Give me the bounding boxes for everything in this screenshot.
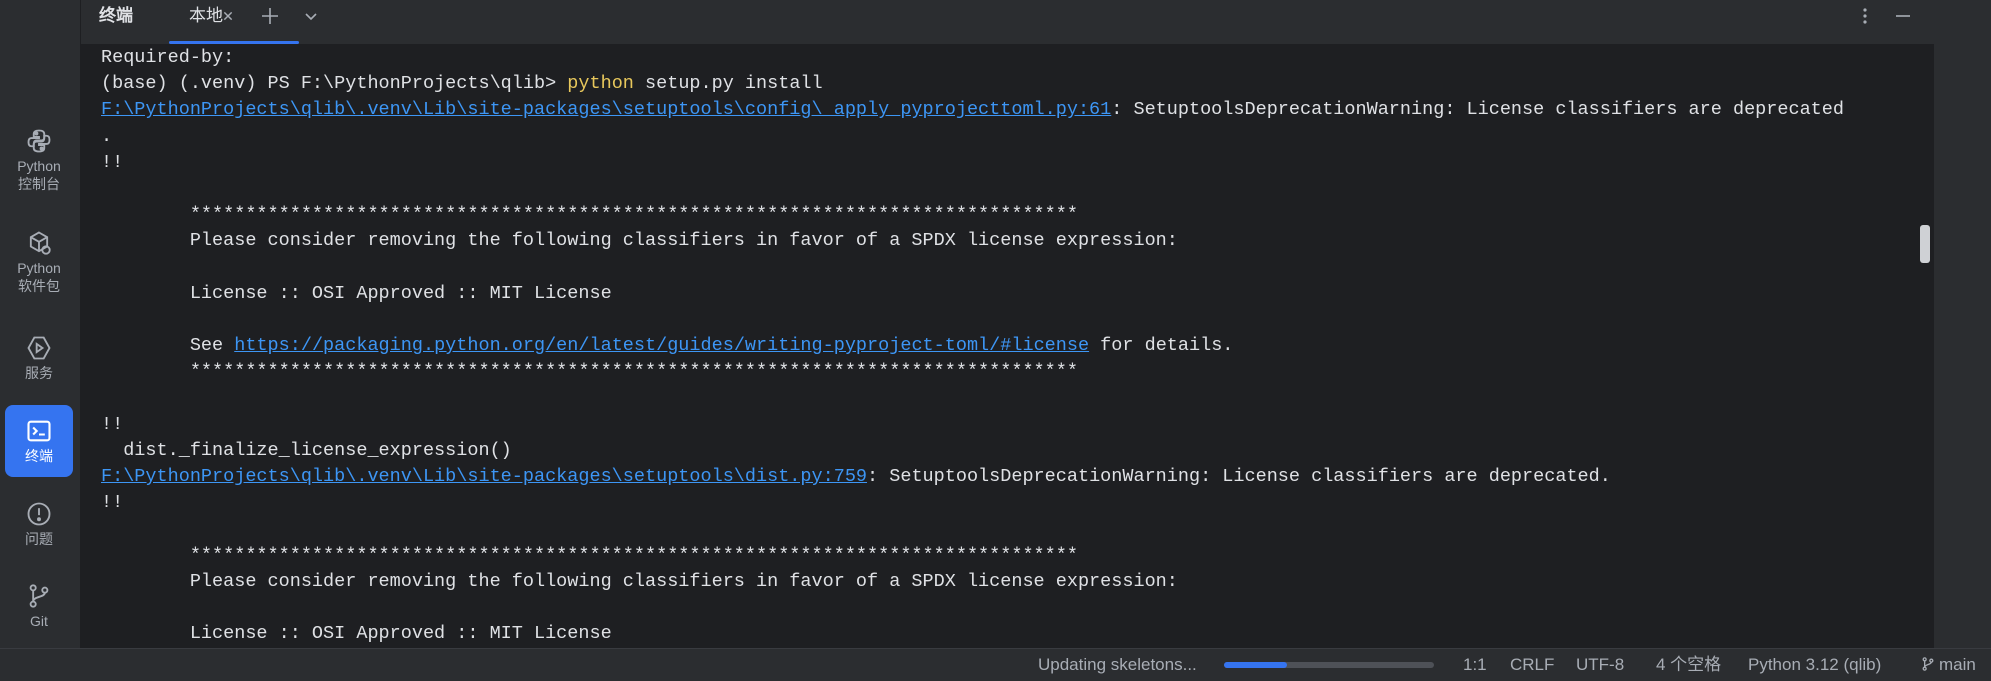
terminal-text: for details. — [1089, 335, 1234, 357]
file-link[interactable]: https://packaging.python.org/en/latest/g… — [234, 335, 1089, 356]
indent-setting[interactable]: 4 个空格 — [1656, 649, 1721, 681]
packages-icon — [29, 231, 51, 255]
terminal-text: ****************************************… — [101, 361, 1078, 383]
line-ending[interactable]: CRLF — [1510, 649, 1554, 681]
terminal-text: !! — [101, 413, 124, 435]
terminal-line: . — [101, 124, 1844, 150]
more-vertical-icon[interactable] — [1853, 4, 1877, 28]
terminal-line: F:\PythonProjects\qlib\.venv\Lib\site-pa… — [101, 464, 1844, 490]
right-gutter — [1934, 0, 1991, 648]
terminal-line: Required-by: — [101, 45, 1844, 71]
terminal-text: See — [101, 335, 235, 357]
branch-icon — [1922, 657, 1934, 671]
terminal-line: dist._finalize_license_expression() — [101, 438, 1844, 464]
command-keyword: python — [567, 73, 634, 95]
terminal-text: Please consider removing the following c… — [101, 570, 1178, 592]
progress-fill — [1224, 662, 1287, 668]
sidebar-item-label: Python 控制台 — [17, 158, 61, 192]
sidebar-item-python-console[interactable]: Python 控制台 — [5, 124, 73, 196]
sidebar-item-git[interactable]: Git — [5, 570, 73, 642]
plus-icon[interactable] — [258, 4, 282, 28]
terminal-line: !! — [101, 412, 1844, 438]
python-icon — [27, 129, 51, 153]
caret-position[interactable]: 1:1 — [1463, 649, 1487, 681]
file-link[interactable]: F:\PythonProjects\qlib\.venv\Lib\site-pa… — [101, 99, 1111, 120]
terminal-text: ****************************************… — [101, 544, 1078, 566]
git-branch-widget[interactable]: main — [1920, 649, 1976, 681]
progress-bar — [1224, 662, 1434, 668]
sidebar-item-label: 服务 — [25, 365, 53, 381]
terminal-line: Please consider removing the following c… — [101, 569, 1844, 595]
terminal-text: !! — [101, 151, 124, 173]
terminal-text: (base) (.venv) PS F:\PythonProjects\qlib… — [101, 73, 568, 95]
sidebar-item-python-packages[interactable]: Python 软件包 — [5, 226, 73, 298]
terminal-header: 终端 本地 — [81, 0, 1934, 45]
git-branch-name: main — [1939, 655, 1976, 674]
terminal-line: ****************************************… — [101, 543, 1844, 569]
terminal-line: ****************************************… — [101, 202, 1844, 228]
tool-window-title: 终端 — [99, 6, 133, 25]
terminal-lines: Required-by: (base) (.venv) PS F:\PythonP… — [101, 45, 1844, 647]
terminal-text: !! — [101, 492, 124, 514]
background-task-label[interactable]: Updating skeletons... — [1038, 649, 1197, 681]
sidebar-item-label: 终端 — [25, 448, 53, 464]
terminal-text: : SetuptoolsDeprecationWarning: License … — [1111, 99, 1844, 121]
terminal-icon — [27, 420, 51, 442]
sidebar-item-problems[interactable]: 问题 — [5, 488, 73, 560]
tool-window-sidebar: Python 控制台 Python 软件包 服务 终端 问题 Git — [0, 0, 81, 648]
vertical-scrollbar-thumb[interactable] — [1920, 225, 1930, 263]
python-interpreter[interactable]: Python 3.12 (qlib) — [1748, 649, 1881, 681]
terminal-text: : SetuptoolsDeprecationWarning: License … — [867, 466, 1611, 487]
file-link[interactable]: F:\PythonProjects\qlib\.venv\Lib\site-pa… — [101, 466, 867, 487]
terminal-line: (base) (.venv) PS F:\PythonProjects\qlib… — [101, 71, 1844, 97]
chevron-down-icon[interactable] — [299, 4, 323, 28]
sidebar-item-label: Git — [30, 613, 48, 629]
problems-icon — [27, 502, 51, 526]
active-tab-indicator — [169, 41, 299, 44]
terminal-line: ****************************************… — [101, 359, 1844, 385]
file-encoding[interactable]: UTF-8 — [1576, 649, 1624, 681]
sidebar-item-label: Python 软件包 — [17, 260, 61, 294]
terminal-output[interactable]: Required-by: (base) (.venv) PS F:\PythonP… — [81, 45, 1934, 648]
terminal-line: License :: OSI Approved :: MIT License — [101, 281, 1844, 307]
terminal-text: License :: OSI Approved :: MIT License — [101, 282, 612, 304]
terminal-text: License :: OSI Approved :: MIT License — [101, 623, 612, 645]
terminal-line: See https://packaging.python.org/en/late… — [101, 333, 1844, 359]
terminal-line: License :: OSI Approved :: MIT License — [101, 621, 1844, 647]
status-bar: Updating skeletons... 1:1 CRLF UTF-8 4 个… — [0, 648, 1991, 681]
git-icon — [29, 584, 49, 608]
terminal-text: dist._finalize_license_expression() — [101, 439, 512, 461]
terminal-text: ****************************************… — [101, 204, 1078, 226]
close-icon[interactable] — [217, 5, 239, 27]
terminal-line: Please consider removing the following c… — [101, 228, 1844, 254]
terminal-text: Required-by: — [101, 47, 235, 68]
sidebar-item-terminal[interactable]: 终端 — [5, 405, 73, 477]
terminal-line: F:\PythonProjects\qlib\.venv\Lib\site-pa… — [101, 97, 1844, 123]
terminal-text: setup.py install — [633, 73, 823, 95]
terminal-line: !! — [101, 150, 1844, 176]
sidebar-item-label: 问题 — [25, 531, 53, 547]
terminal-line: !! — [101, 490, 1844, 516]
terminal-text: Please consider removing the following c… — [101, 230, 1178, 252]
terminal-text: . — [101, 125, 113, 147]
services-icon — [27, 336, 51, 360]
sidebar-item-services[interactable]: 服务 — [5, 322, 73, 394]
minimize-icon[interactable] — [1891, 4, 1915, 28]
